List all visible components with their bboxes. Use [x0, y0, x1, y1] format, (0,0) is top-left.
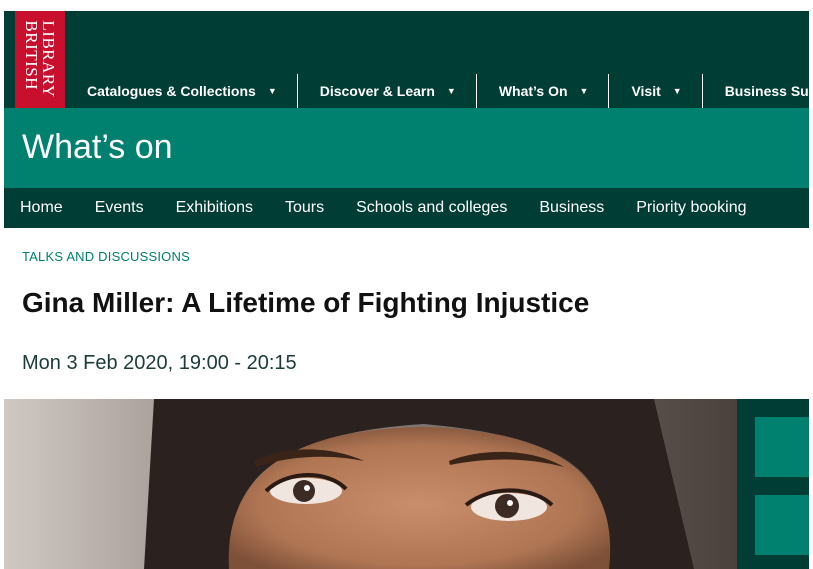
section-banner: What’s on: [4, 108, 809, 188]
nav-business-support[interactable]: Business Supp: [703, 74, 809, 108]
nav-discover-learn[interactable]: Discover & Learn ▼: [298, 74, 477, 108]
sidebar-panel: [737, 399, 809, 569]
chevron-down-icon: ▼: [267, 86, 277, 96]
event-title: Gina Miller: A Lifetime of Fighting Inju…: [22, 287, 590, 318]
sidebar-tile[interactable]: [755, 417, 809, 477]
chevron-down-icon: ▼: [672, 86, 682, 96]
event-category[interactable]: TALKS AND DISCUSSIONS: [22, 249, 190, 264]
nav-label: Discover & Learn: [319, 83, 435, 99]
nav-label: What’s On: [498, 83, 568, 99]
chevron-down-icon: ▼: [579, 86, 589, 96]
site-header: LIBRARY BRITISH Catalogues & Collections…: [4, 11, 809, 108]
nav-label: Visit: [631, 83, 661, 99]
chevron-down-icon: ▼: [446, 86, 456, 96]
nav-catalogues-collections[interactable]: Catalogues & Collections ▼: [65, 74, 298, 108]
logo-text: LIBRARY BRITISH: [22, 20, 58, 98]
portrait-photo: [4, 399, 737, 569]
whats-on-subnav: Home Events Exhibitions Tours Schools an…: [4, 188, 809, 228]
subnav-home[interactable]: Home: [4, 199, 79, 217]
subnav-tours[interactable]: Tours: [269, 199, 340, 217]
nav-label: Catalogues & Collections: [87, 83, 256, 99]
sidebar-tile[interactable]: [755, 495, 809, 555]
section-title: What’s on: [22, 128, 173, 166]
subnav-business[interactable]: Business: [523, 199, 620, 217]
browser-page: LIBRARY BRITISH Catalogues & Collections…: [4, 11, 809, 569]
event-hero-image: [4, 399, 737, 569]
subnav-exhibitions[interactable]: Exhibitions: [160, 199, 269, 217]
main-navigation: Catalogues & Collections ▼ Discover & Le…: [65, 74, 809, 108]
event-datetime: Mon 3 Feb 2020, 19:00 - 20:15: [22, 352, 297, 374]
nav-whats-on[interactable]: What’s On ▼: [477, 74, 610, 108]
subnav-schools-colleges[interactable]: Schools and colleges: [340, 199, 523, 217]
nav-label: Business Supp: [724, 83, 809, 99]
subnav-events[interactable]: Events: [79, 199, 160, 217]
subnav-priority-booking[interactable]: Priority booking: [620, 199, 762, 217]
nav-visit[interactable]: Visit ▼: [609, 74, 703, 108]
british-library-logo[interactable]: LIBRARY BRITISH: [15, 11, 65, 108]
